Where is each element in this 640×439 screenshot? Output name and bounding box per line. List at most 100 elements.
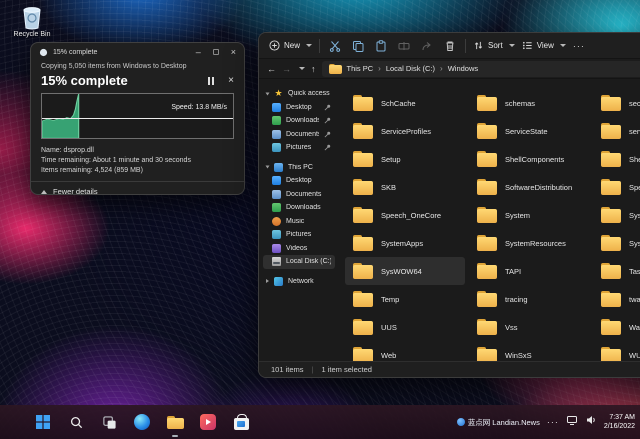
sidebar-item-pictures[interactable]: Pictures	[263, 228, 335, 242]
folder-item[interactable]: Speec	[593, 173, 640, 201]
music-icon	[272, 217, 281, 226]
breadcrumb[interactable]: This PC › Local Disk (C:) › Windows	[322, 61, 640, 77]
up-button[interactable]: ↑	[311, 64, 316, 74]
clock[interactable]: 7:37 AM 2/16/2022	[604, 413, 635, 431]
breadcrumb-this-pc[interactable]: This PC	[347, 64, 374, 73]
sidebar-item-desktop[interactable]: Desktop	[263, 174, 335, 188]
forward-button[interactable]: →	[282, 64, 291, 74]
search-icon	[69, 415, 84, 430]
cancel-copy-button[interactable]: ×	[228, 75, 234, 86]
folder-item[interactable]: schemas	[469, 89, 589, 117]
folder-item[interactable]: Speech_OneCore	[345, 201, 465, 229]
maximize-button[interactable]	[213, 49, 219, 55]
folder-item[interactable]: SKB	[345, 173, 465, 201]
sidebar-item-downloads[interactable]: Downloads	[263, 201, 335, 215]
folder-item[interactable]: Temp	[345, 285, 465, 313]
folder-icon	[353, 319, 373, 335]
network-icon	[274, 277, 283, 286]
sidebar-item-documents[interactable]: Documents	[263, 188, 335, 202]
sidebar-item-local-disk-c[interactable]: Local Disk (C:)	[263, 255, 335, 269]
file-explorer-button[interactable]	[164, 411, 186, 433]
folder-item[interactable]: System	[469, 201, 589, 229]
delete-button[interactable]	[442, 38, 458, 54]
folder-item[interactable]: Shell	[593, 145, 640, 173]
breadcrumb-separator: ›	[378, 64, 381, 73]
status-bar: 101 items | 1 item selected	[259, 361, 640, 377]
documents-icon	[272, 130, 281, 139]
dialog-title: 15% complete	[53, 49, 191, 56]
breadcrumb-windows[interactable]: Windows	[448, 64, 478, 73]
search-button[interactable]	[65, 411, 87, 433]
start-button[interactable]	[32, 411, 54, 433]
folder-icon	[477, 95, 497, 111]
folder-icon	[601, 235, 621, 251]
folder-item[interactable]: servic	[593, 117, 640, 145]
sidebar-quick-access[interactable]: ★ Quick access	[263, 87, 335, 101]
folder-icon	[601, 263, 621, 279]
folder-item[interactable]: ServiceProfiles	[345, 117, 465, 145]
sidebar-item-documents-pinned[interactable]: Documents	[263, 128, 335, 142]
share-button[interactable]	[419, 38, 435, 54]
folder-item-selected[interactable]: SysWOW64	[345, 257, 465, 285]
recycle-bin-shortcut[interactable]: Recycle Bin	[8, 4, 56, 38]
volume-tray-button[interactable]	[585, 413, 597, 431]
media-player-icon	[200, 414, 216, 430]
sidebar-item-pictures-pinned[interactable]: Pictures	[263, 141, 335, 155]
clock-time: 7:37 AM	[604, 413, 635, 422]
recent-locations-button[interactable]	[299, 67, 305, 70]
media-player-button[interactable]	[197, 411, 219, 433]
sidebar-item-videos[interactable]: Videos	[263, 242, 335, 256]
folder-icon	[477, 179, 497, 195]
desktop-icon	[272, 176, 281, 185]
network-tray-button[interactable]	[566, 413, 578, 431]
folder-item[interactable]: Tasks	[593, 257, 640, 285]
hidden-icons-button[interactable]: ···	[547, 417, 559, 427]
folder-item[interactable]: ShellComponents	[469, 145, 589, 173]
folder-item[interactable]: SchCache	[345, 89, 465, 117]
folder-item[interactable]: SystemApps	[345, 229, 465, 257]
copy-button[interactable]	[350, 38, 366, 54]
back-button[interactable]: ←	[267, 64, 276, 74]
folder-item[interactable]: secur	[593, 89, 640, 117]
view-button[interactable]: View	[522, 40, 566, 51]
folder-item[interactable]: SystemResources	[469, 229, 589, 257]
quick-access-label: Quick access	[288, 90, 331, 97]
rename-button[interactable]	[396, 38, 412, 54]
sidebar-item-downloads-pinned[interactable]: Downloads	[263, 114, 335, 128]
trash-icon	[444, 40, 456, 52]
folder-item[interactable]: ServiceState	[469, 117, 589, 145]
close-button[interactable]: ×	[231, 48, 236, 57]
folder-icon	[353, 123, 373, 139]
folder-item[interactable]: twain	[593, 285, 640, 313]
new-button[interactable]: New	[269, 40, 312, 51]
sidebar-this-pc[interactable]: This PC	[263, 161, 335, 175]
dialog-titlebar[interactable]: 15% complete – ×	[31, 43, 244, 61]
folder-item[interactable]: UUS	[345, 313, 465, 341]
rename-icon	[398, 40, 410, 52]
sidebar-item-music[interactable]: Music	[263, 215, 335, 229]
see-more-button[interactable]: ···	[573, 41, 585, 51]
cut-button[interactable]	[327, 38, 343, 54]
folder-icon	[353, 263, 373, 279]
fewer-details-toggle[interactable]: Fewer details	[31, 181, 244, 195]
folder-item[interactable]: Syste	[593, 229, 640, 257]
folder-item[interactable]: Setup	[345, 145, 465, 173]
task-view-button[interactable]	[98, 411, 120, 433]
folder-item[interactable]: WaaS	[593, 313, 640, 341]
microsoft-store-button[interactable]	[230, 411, 252, 433]
folder-item[interactable]: Vss	[469, 313, 589, 341]
breadcrumb-local-disk[interactable]: Local Disk (C:)	[386, 64, 435, 73]
pin-icon	[324, 104, 331, 111]
folder-item[interactable]: tracing	[469, 285, 589, 313]
folder-item[interactable]: Syste	[593, 201, 640, 229]
paste-button[interactable]	[373, 38, 389, 54]
minimize-button[interactable]: –	[196, 48, 201, 57]
sort-button[interactable]: Sort	[473, 40, 515, 51]
edge-browser-button[interactable]	[131, 411, 153, 433]
folder-item[interactable]: SoftwareDistribution	[469, 173, 589, 201]
address-folder-icon	[329, 64, 342, 74]
sidebar-item-network[interactable]: Network	[263, 275, 335, 289]
pause-button[interactable]	[208, 77, 214, 85]
sidebar-item-desktop-pinned[interactable]: Desktop	[263, 101, 335, 115]
folder-item[interactable]: TAPI	[469, 257, 589, 285]
